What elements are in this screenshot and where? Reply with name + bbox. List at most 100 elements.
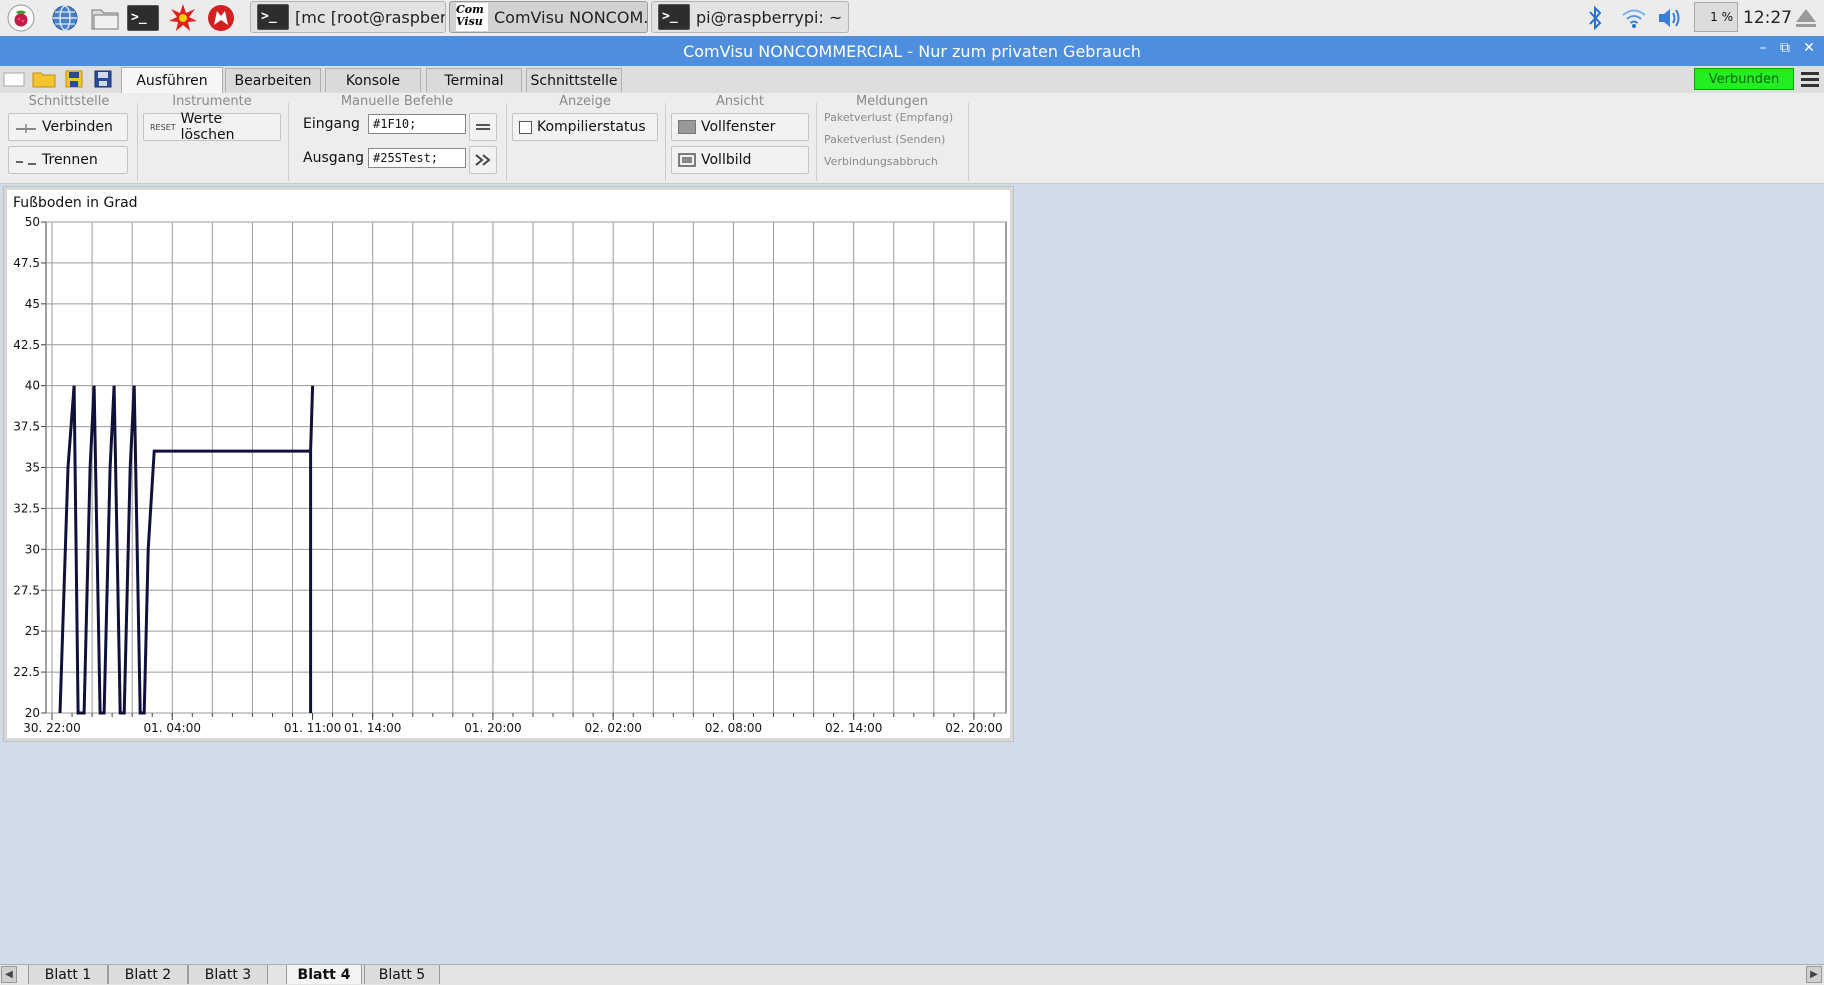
- terminal-icon: >_: [658, 4, 690, 30]
- sheet-tab-3[interactable]: Blatt 3: [188, 965, 268, 984]
- new-file-icon[interactable]: [3, 70, 25, 88]
- message-packet-loss-send: Paketverlust (Senden): [824, 133, 946, 146]
- ribbon-separator: [137, 103, 138, 181]
- sheet-tab-bar: ◀ Blatt 1 Blatt 2 Blatt 3 Blatt 4 Blatt …: [0, 964, 1824, 985]
- compile-status-checkbox[interactable]: Kompilierstatus: [512, 113, 658, 141]
- fullwindow-button[interactable]: Vollfenster: [671, 113, 809, 141]
- x-tick-label: 30. 22:00: [23, 721, 80, 735]
- plug-disconnected-icon: [16, 161, 36, 165]
- clock[interactable]: 12:27: [1743, 8, 1792, 28]
- terminal-icon[interactable]: >_: [126, 3, 160, 33]
- taskbar-window-pi-terminal[interactable]: >_ pi@raspberrypi: ~: [651, 1, 849, 33]
- message-connection-lost: Verbindungsabbruch: [824, 155, 938, 168]
- ribbon-separator: [506, 103, 507, 181]
- minimize-button[interactable]: –: [1754, 40, 1772, 56]
- sheet-tab-2[interactable]: Blatt 2: [108, 965, 188, 984]
- x-tick-label: 01. 14:00: [344, 721, 401, 735]
- taskbar: >_ >_ [mc [root@raspberry... Com Visu Co…: [0, 0, 1824, 37]
- wifi-icon[interactable]: [1620, 0, 1648, 36]
- eject-icon[interactable]: [1794, 0, 1818, 36]
- group-title-anzeige: Anzeige: [559, 94, 611, 109]
- equals-icon: [476, 124, 490, 130]
- fullscreen-icon: [678, 153, 696, 167]
- taskbar-window-mc[interactable]: >_ [mc [root@raspberry...: [250, 1, 446, 33]
- y-tick-label: 20: [25, 706, 40, 720]
- chart-window[interactable]: Fußboden in Grad 20 22.5 25 27.5 30 32.5 35 37.…: [3, 186, 1014, 742]
- scroll-left-arrow-icon[interactable]: ◀: [1, 966, 17, 983]
- group-title-ansicht: Ansicht: [715, 94, 764, 109]
- y-tick-label: 30: [25, 542, 40, 556]
- save-icon[interactable]: [63, 70, 85, 88]
- x-tick-label: 01. 04:00: [144, 721, 201, 735]
- bluetooth-icon[interactable]: [1584, 0, 1606, 36]
- output-label: Ausgang: [303, 150, 364, 166]
- cpu-monitor[interactable]: 1 %: [1694, 2, 1738, 32]
- math-kernel-icon[interactable]: [166, 3, 200, 33]
- input-command-field[interactable]: #1F10;: [368, 114, 466, 134]
- file-manager-icon[interactable]: [88, 3, 122, 33]
- y-tick-label: 25: [25, 624, 40, 638]
- connect-button[interactable]: Verbinden: [8, 113, 128, 141]
- output-command-field[interactable]: #25STest;: [368, 148, 466, 168]
- fullscreen-button[interactable]: Vollbild: [671, 146, 809, 174]
- disconnect-button[interactable]: Trennen: [8, 146, 128, 174]
- x-tick-label: 02. 02:00: [584, 721, 641, 735]
- hamburger-menu-icon[interactable]: [1799, 69, 1821, 89]
- y-tick-label: 32.5: [13, 501, 40, 515]
- plug-connected-icon: [16, 124, 36, 133]
- x-tick-label: 02. 14:00: [825, 721, 882, 735]
- tab-schnittstelle[interactable]: Schnittstelle: [526, 68, 622, 92]
- x-tick-label: 01. 11:00: [284, 721, 341, 735]
- group-title-instrumente: Instrumente: [172, 94, 252, 109]
- send-equals-button[interactable]: [469, 113, 497, 141]
- ribbon-separator: [816, 103, 817, 181]
- connection-status-badge: Verbunden: [1694, 68, 1794, 90]
- restore-button[interactable]: ⧉: [1776, 40, 1794, 56]
- tab-ausfuehren[interactable]: Ausführen: [121, 67, 223, 93]
- web-browser-icon[interactable]: [48, 3, 82, 33]
- y-tick-label: 35: [25, 461, 40, 475]
- x-tick-label: 02. 20:00: [945, 721, 1002, 735]
- clear-values-button[interactable]: RESET Werte löschen: [143, 111, 281, 143]
- wolfram-icon[interactable]: [204, 3, 238, 33]
- window-titlebar: ComVisu NONCOMMERCIAL - Nur zum privaten…: [0, 36, 1824, 66]
- raspberry-menu-icon[interactable]: [4, 3, 38, 33]
- input-label: Eingang: [303, 116, 360, 132]
- ribbon-separator: [968, 103, 969, 181]
- y-tick-label: 50: [25, 215, 40, 229]
- ribbon-panel: Schnittstelle Verbinden Trennen Instrume…: [0, 93, 1824, 184]
- double-chevron-right-icon: [475, 154, 491, 166]
- sheet-tab-1[interactable]: Blatt 1: [28, 965, 108, 984]
- tab-konsole[interactable]: Konsole: [325, 68, 421, 92]
- y-tick-label: 42.5: [13, 338, 40, 352]
- send-output-button[interactable]: [469, 146, 497, 174]
- x-tick-label: 01. 20:00: [464, 721, 521, 735]
- tab-terminal[interactable]: Terminal: [426, 68, 522, 92]
- window-title: ComVisu NONCOMMERCIAL - Nur zum privaten…: [683, 41, 1141, 61]
- taskbar-window-comvisu[interactable]: Com Visu ComVisu NONCOM...: [449, 1, 648, 33]
- window-icon: [678, 120, 696, 134]
- open-folder-icon[interactable]: [32, 70, 56, 88]
- tab-bearbeiten[interactable]: Bearbeiten: [225, 68, 321, 92]
- ribbon-separator: [288, 103, 289, 181]
- y-tick-label: 22.5: [13, 665, 40, 679]
- close-button[interactable]: ✕: [1800, 40, 1818, 56]
- x-tick-label: 02. 08:00: [705, 721, 762, 735]
- sheet-tab-4[interactable]: Blatt 4: [286, 965, 362, 984]
- sheet-tab-5[interactable]: Blatt 5: [364, 965, 440, 984]
- y-tick-label: 37.5: [13, 420, 40, 434]
- checkbox-box: [519, 120, 532, 134]
- scroll-right-arrow-icon[interactable]: ▶: [1806, 966, 1822, 983]
- terminal-icon: >_: [257, 4, 289, 30]
- chart-title: Fußboden in Grad: [13, 195, 138, 211]
- group-title-schnittstelle: Schnittstelle: [28, 94, 110, 109]
- reset-icon: RESET: [150, 122, 176, 132]
- volume-icon[interactable]: [1656, 0, 1686, 36]
- save-as-icon[interactable]: [92, 70, 114, 88]
- y-tick-label: 27.5: [13, 583, 40, 597]
- y-tick-label: 47.5: [13, 256, 40, 270]
- y-tick-label: 45: [25, 297, 40, 311]
- line-chart: Fußboden in Grad 20 22.5 25 27.5 30 32.5 35 37.…: [7, 190, 1010, 738]
- chart-background: [7, 190, 1010, 738]
- ribbon-separator: [665, 103, 666, 181]
